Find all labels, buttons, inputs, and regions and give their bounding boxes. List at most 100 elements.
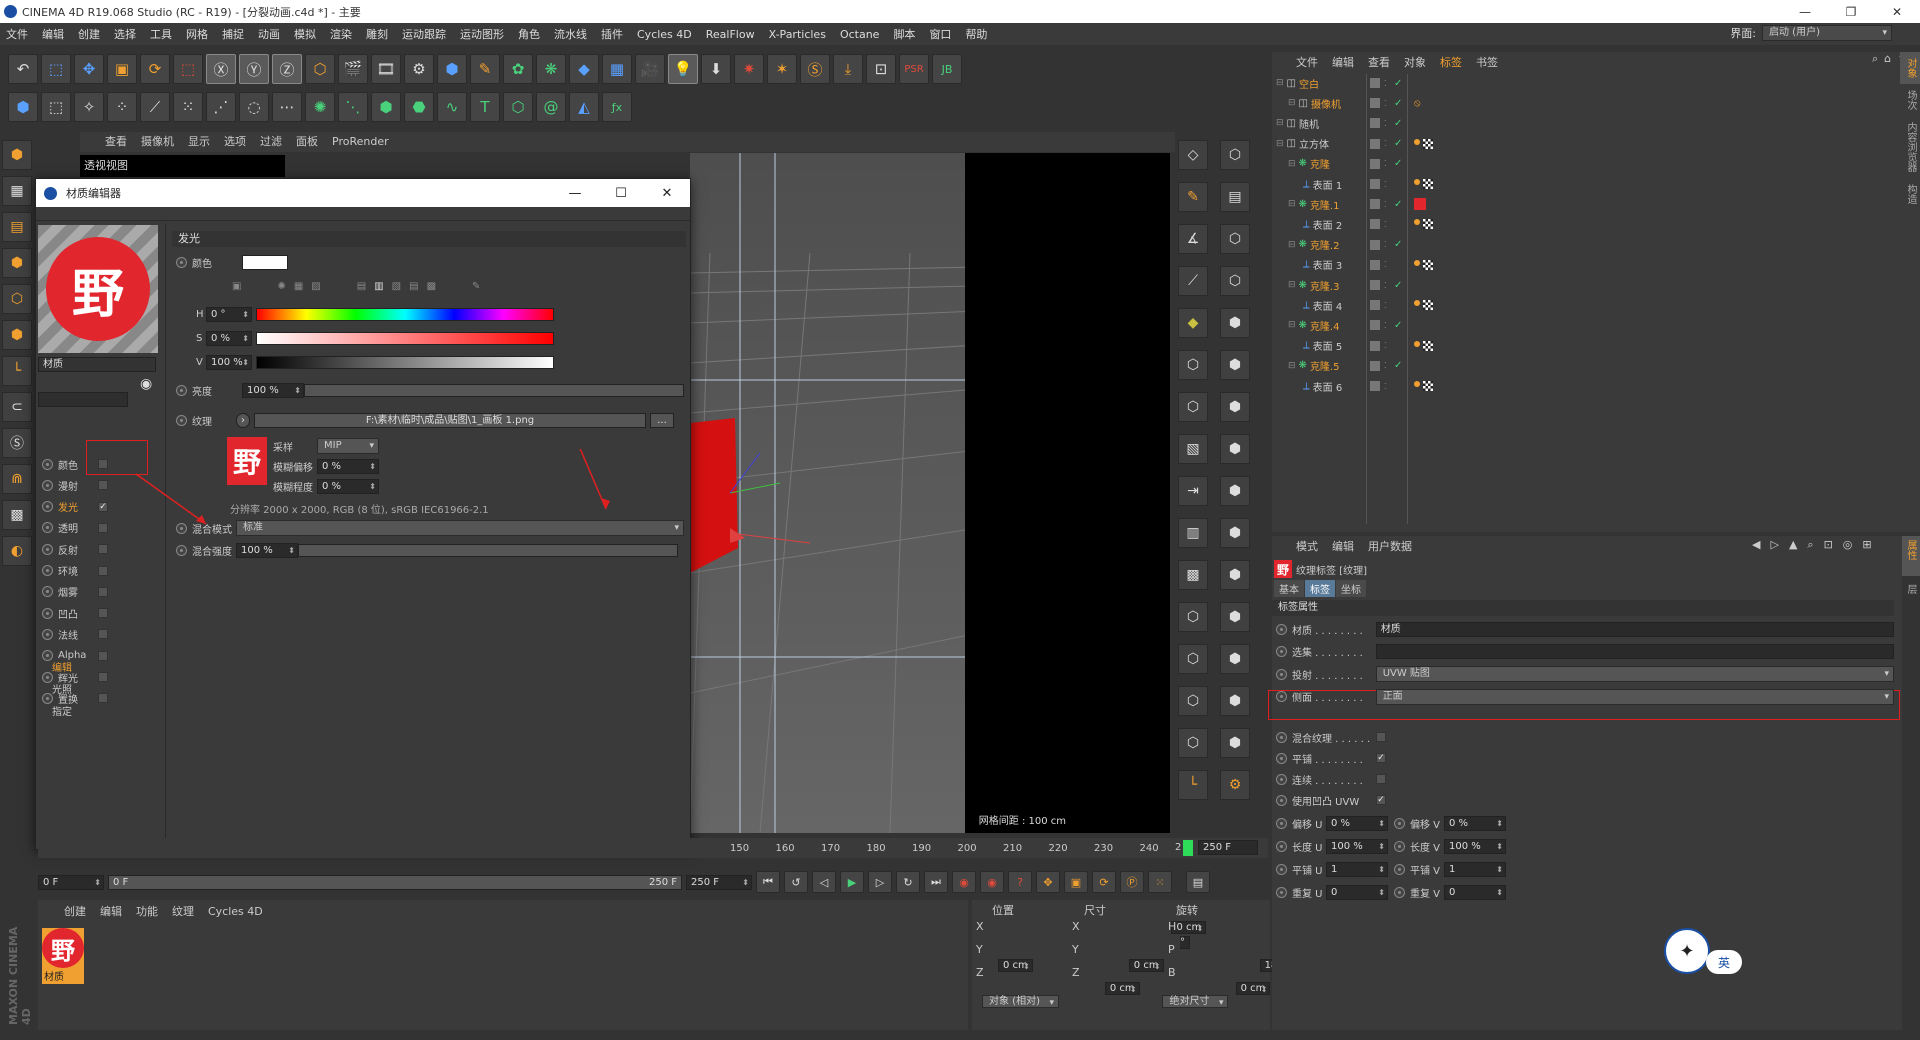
tab-attributes[interactable]: 属性 xyxy=(1902,536,1920,576)
channel-radio[interactable] xyxy=(42,522,53,534)
coord-mode-select[interactable]: 对象 (相对) xyxy=(982,995,1059,1008)
workplane-icon[interactable]: ▤ xyxy=(2,212,32,242)
menu-simulate[interactable]: 模拟 xyxy=(294,26,316,42)
coord-size-field[interactable]: 0 cm xyxy=(1235,982,1271,995)
viewport-menu-filter[interactable]: 过滤 xyxy=(260,133,282,149)
tool-r-icon[interactable]: ⬢ xyxy=(1220,476,1250,506)
am-new-icon[interactable]: ⊞ xyxy=(1862,538,1871,552)
phong-tag-icon[interactable] xyxy=(1414,138,1420,145)
channel-radio[interactable] xyxy=(42,671,53,683)
playhead[interactable] xyxy=(1183,840,1193,856)
am-menu-edit[interactable]: 编辑 xyxy=(1332,538,1354,554)
layer-icon[interactable] xyxy=(1370,280,1380,290)
saturation-slider[interactable] xyxy=(256,331,554,345)
tool-v-icon[interactable]: ⬢ xyxy=(1220,560,1250,590)
layer-icon[interactable] xyxy=(1370,259,1380,270)
viewport-menu-camera[interactable]: 摄像机 xyxy=(141,133,174,149)
object-row[interactable]: ⊟ ❋ 克隆.3 ⁚ ✓ xyxy=(1272,276,1892,294)
object-name[interactable]: 克隆.2 xyxy=(1310,237,1340,252)
go-end-icon[interactable]: ⏭ xyxy=(924,871,948,893)
prev-frame-icon[interactable]: ◁ xyxy=(812,871,836,893)
hue-slider[interactable] xyxy=(256,307,554,321)
tab-structure[interactable]: 构造 xyxy=(1900,178,1920,210)
object-mode-icon[interactable]: ⬚ xyxy=(41,92,71,122)
tool-m-icon[interactable]: ⬡ xyxy=(1178,392,1208,422)
texture-anim-radio[interactable] xyxy=(176,414,187,426)
object-row[interactable]: ⊟ ❋ 克隆.4 ⁚ ✓ xyxy=(1272,316,1892,334)
visibility-dots-icon[interactable]: ⁚ xyxy=(1384,260,1387,269)
polygons-icon[interactable]: ⬢ xyxy=(2,320,32,350)
om-search-icon[interactable]: ⌕ xyxy=(1872,52,1878,66)
preview-range-slider[interactable]: 0 F 250 F xyxy=(108,874,682,890)
channel-row[interactable]: 法线 xyxy=(42,625,132,643)
visibility-dots-icon[interactable]: ⁚ xyxy=(1384,79,1387,88)
go-start-icon[interactable]: ⏮ xyxy=(756,871,780,893)
object-name[interactable]: 表面 4 xyxy=(1313,298,1343,313)
object-name[interactable]: 表面 2 xyxy=(1313,217,1343,232)
expand-icon[interactable]: ⊟ xyxy=(1288,320,1296,330)
max-frame-field[interactable]: 250 F xyxy=(686,874,752,890)
menu-animate[interactable]: 动画 xyxy=(258,26,280,42)
object-name[interactable]: 空白 xyxy=(1299,76,1319,91)
viewport-menu-panel[interactable]: 面板 xyxy=(296,133,318,149)
visibility-dots-icon[interactable]: ⁚ xyxy=(1384,139,1387,148)
tool-t-icon[interactable]: ⬢ xyxy=(1220,518,1250,548)
box-icon[interactable]: ⬡ xyxy=(503,92,533,122)
light-icon[interactable]: 💡 xyxy=(668,54,698,84)
channel-radio[interactable] xyxy=(42,628,53,640)
am-search-icon[interactable]: ⌕ xyxy=(1807,538,1813,552)
tool-z-icon[interactable]: ⬢ xyxy=(1220,644,1250,674)
object-name[interactable]: 克隆.4 xyxy=(1310,318,1340,333)
timeline-ruler[interactable] xyxy=(38,838,1268,858)
floor-icon[interactable]: ▦ xyxy=(602,54,632,84)
tool-q-icon[interactable]: ⇥ xyxy=(1178,476,1208,506)
channel-row[interactable]: 辉光 xyxy=(42,668,132,686)
y-axis-icon[interactable]: Ⓨ xyxy=(239,54,269,84)
object-row[interactable]: ⟂ 表面 4 ⁚ xyxy=(1272,296,1892,314)
rotate-icon[interactable]: ⟳ xyxy=(140,54,170,84)
tool-o-icon[interactable]: ▧ xyxy=(1178,434,1208,464)
expand-icon[interactable]: ⊟ xyxy=(1288,98,1296,108)
visibility-dots-icon[interactable]: ⁚ xyxy=(1384,301,1387,310)
v-field[interactable]: 100 % xyxy=(206,354,252,370)
object-row[interactable]: ⊟ ❋ 克隆 ⁚ ✓ xyxy=(1272,155,1892,173)
viewport-menu-options[interactable]: 选项 xyxy=(224,133,246,149)
s-field[interactable]: 0 % xyxy=(206,330,252,346)
timeline-icon[interactable]: ⊡ xyxy=(866,54,896,84)
tool-i-icon[interactable]: ◆ xyxy=(1178,308,1208,338)
checkbox-radio[interactable] xyxy=(1276,794,1287,806)
mat-close-button[interactable]: ✕ xyxy=(644,179,690,207)
menu-script[interactable]: 脚本 xyxy=(893,26,915,42)
tool-w-icon[interactable]: ⬡ xyxy=(1178,602,1208,632)
expand-icon[interactable]: ⊟ xyxy=(1276,118,1284,128)
cube-icon[interactable]: ⬢ xyxy=(437,54,467,84)
phong-tag-icon[interactable] xyxy=(1414,300,1420,307)
paint-icon[interactable]: ▩ xyxy=(2,500,32,530)
am-menu-mode[interactable]: 模式 xyxy=(1296,538,1318,554)
layer-icon[interactable] xyxy=(1370,381,1380,391)
tool-j-icon[interactable]: ⬢ xyxy=(1220,308,1250,338)
uv-field[interactable]: 0 xyxy=(1326,885,1388,901)
property-value[interactable] xyxy=(1375,644,1894,659)
layer-icon[interactable] xyxy=(1370,199,1380,210)
visibility-dots-icon[interactable]: ⁚ xyxy=(1384,159,1387,168)
enabled-check-icon[interactable]: ✓ xyxy=(1394,280,1402,291)
uv-radio-2[interactable] xyxy=(1394,840,1405,852)
kelvin-mode-icon[interactable]: ▧ xyxy=(392,281,401,292)
layer-icon[interactable] xyxy=(1370,300,1380,311)
fx-icon[interactable]: ƒx xyxy=(602,92,632,122)
object-name[interactable]: 表面 3 xyxy=(1313,257,1343,272)
material-name-field[interactable]: 材质 xyxy=(38,357,156,372)
menu-snap[interactable]: 捕捉 xyxy=(222,26,244,42)
object-row[interactable]: ⊟ ❋ 克隆.5 ⁚ ✓ xyxy=(1272,357,1892,375)
visibility-dots-icon[interactable]: ⁚ xyxy=(1384,382,1387,391)
sculpt-icon[interactable]: ◐ xyxy=(2,536,32,566)
soft-select-icon[interactable]: ✺ xyxy=(305,92,335,122)
object-row[interactable]: ⟂ 表面 6 ⁚ xyxy=(1272,377,1892,395)
texture-tag-icon[interactable] xyxy=(1423,381,1433,391)
phong-tag-icon[interactable] xyxy=(1414,219,1420,226)
render-picture-viewer-icon[interactable]: 🎞 xyxy=(371,54,401,84)
mm-menu-create[interactable]: 创建 xyxy=(64,903,86,919)
explode-icon[interactable]: ✷ xyxy=(734,54,764,84)
close-button[interactable]: ✕ xyxy=(1874,0,1920,23)
